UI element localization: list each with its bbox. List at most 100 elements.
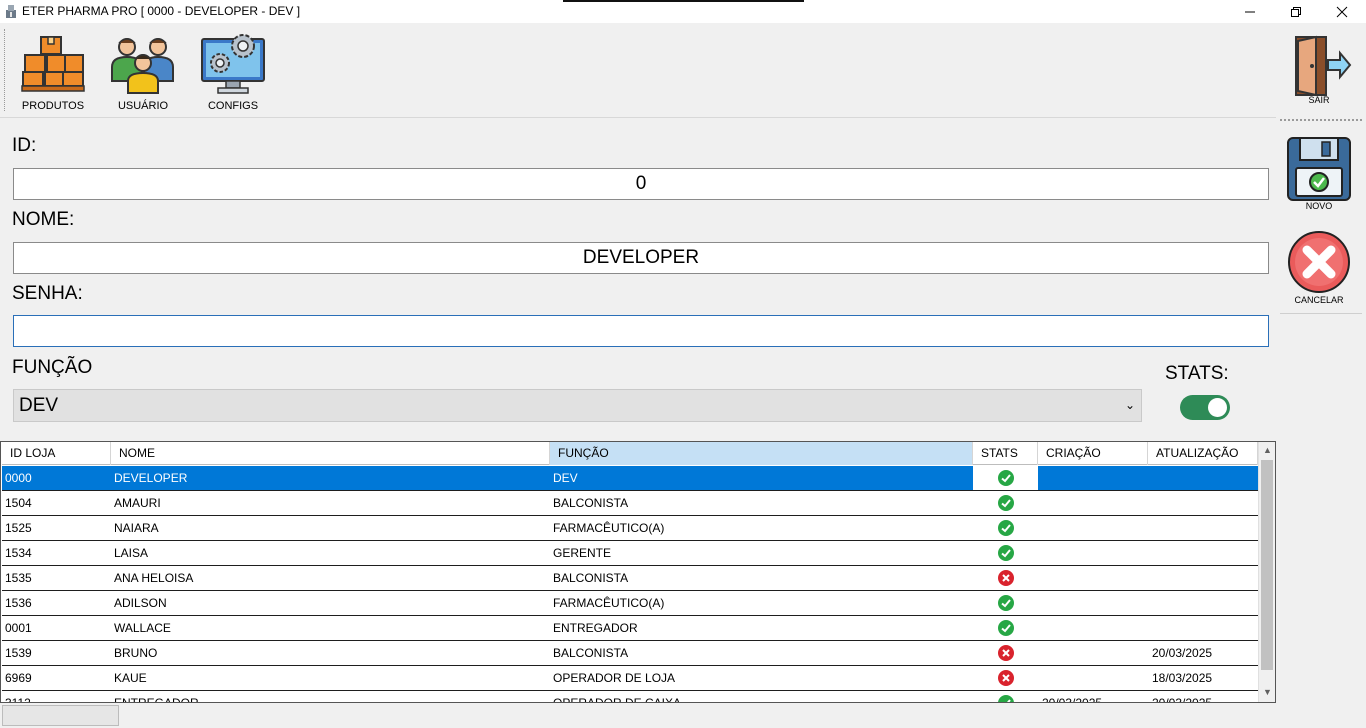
grid-vertical-scrollbar[interactable]: ▲ ▼	[1258, 442, 1275, 702]
cell-stats	[973, 516, 1038, 540]
table-row[interactable]: 3112 ENTREGADOR OPERADOR DE CAIXA 20/03/202…	[2, 691, 1258, 703]
configs-button[interactable]: CONFIGS	[193, 27, 273, 115]
cell-nome: ANA HELOISA	[114, 571, 194, 585]
scroll-thumb[interactable]	[1261, 460, 1273, 670]
users-icon	[111, 38, 174, 94]
cell-atualizacao	[1148, 491, 1258, 515]
stats-toggle[interactable]	[1180, 395, 1230, 420]
cell-funcao: FARMACÊUTICO(A)	[553, 596, 665, 610]
usuario-button[interactable]: USUÁRIO	[103, 27, 183, 115]
funcao-select[interactable]: DEV ⌄	[13, 389, 1142, 422]
users-grid: ID LOJA NOME FUNÇÃO STATS CRIAÇÃO ATUALI…	[0, 441, 1276, 703]
cell-nome: ENTREGADOR	[114, 696, 199, 703]
cell-funcao: ENTREGADOR	[553, 621, 638, 635]
cell-stats	[973, 616, 1038, 640]
nome-label: NOME:	[12, 209, 75, 230]
cell-criacao	[1038, 466, 1148, 490]
cell-atualizacao	[1148, 516, 1258, 540]
cell-atualizacao: 18/03/2025	[1152, 671, 1213, 685]
app-logo-icon	[6, 5, 16, 18]
cell-nome: NAIARA	[114, 521, 159, 535]
cell-criacao	[1038, 566, 1148, 590]
grid-header: ID LOJA NOME FUNÇÃO STATS CRIAÇÃO ATUALI…	[2, 442, 1258, 465]
cell-nome: ADILSON	[114, 596, 167, 610]
cancelar-button[interactable]: CANCELAR	[1276, 230, 1362, 305]
close-window-button[interactable]	[1319, 0, 1365, 23]
cell-id-loja: 0000	[5, 471, 32, 485]
x-circle-icon	[997, 645, 1014, 661]
id-field[interactable]: 0	[13, 168, 1269, 200]
cell-stats	[973, 666, 1038, 690]
sair-button[interactable]: SAIR	[1276, 35, 1362, 105]
nome-field[interactable]: DEVELOPER	[13, 242, 1269, 274]
cell-id-loja: 1534	[5, 546, 32, 560]
window-title: ETER PHARMA PRO [ 0000 - DEVELOPER - DEV…	[22, 4, 301, 18]
cell-criacao	[1038, 616, 1148, 640]
table-row[interactable]: 1504 AMAURI BALCONISTA	[2, 491, 1258, 516]
table-row[interactable]: 6969 KAUE OPERADOR DE LOJA 18/03/2025	[2, 666, 1258, 691]
cell-criacao	[1038, 591, 1148, 615]
scroll-up-icon[interactable]: ▲	[1259, 442, 1275, 459]
column-header-id-loja[interactable]: ID LOJA	[2, 442, 111, 465]
title-bar: ETER PHARMA PRO [ 0000 - DEVELOPER - DEV…	[0, 0, 1366, 23]
minimize-button[interactable]	[1227, 0, 1273, 23]
cell-funcao: FARMACÊUTICO(A)	[553, 521, 665, 535]
status-progress-bar	[2, 705, 119, 726]
check-circle-icon	[997, 520, 1014, 536]
check-circle-icon	[997, 595, 1014, 611]
column-header-nome[interactable]: NOME	[111, 442, 550, 465]
cell-funcao: OPERADOR DE LOJA	[553, 671, 676, 685]
novo-label: NOVO	[1305, 201, 1333, 211]
novo-button[interactable]: NOVO	[1276, 136, 1362, 211]
check-circle-icon	[997, 545, 1014, 561]
senha-field[interactable]	[13, 315, 1269, 347]
cell-atualizacao	[1148, 566, 1258, 590]
restore-button[interactable]	[1273, 0, 1319, 23]
cell-funcao: GERENTE	[553, 546, 612, 560]
cell-atualizacao	[1148, 466, 1258, 490]
cell-criacao	[1038, 516, 1148, 540]
table-row[interactable]: 0001 WALLACE ENTREGADOR	[2, 616, 1258, 641]
cell-funcao: BALCONISTA	[553, 571, 629, 585]
right-sidebar: SAIR NOVO CANCELAR	[1276, 23, 1366, 703]
table-row[interactable]: 1534 LAISA GERENTE	[2, 541, 1258, 566]
table-row[interactable]: 1539 BRUNO BALCONISTA 20/03/2025	[2, 641, 1258, 666]
main-toolbar: PRODUTOS USUÁRIO CONFIGS	[0, 23, 1276, 117]
cell-id-loja: 1525	[5, 521, 32, 535]
stats-label: STATS:	[1165, 363, 1229, 384]
cancel-icon	[1288, 231, 1350, 293]
sair-label: SAIR	[1308, 95, 1330, 105]
column-header-stats[interactable]: STATS	[973, 442, 1038, 465]
cell-atualizacao	[1148, 591, 1258, 615]
cell-criacao: 20/03/2025	[1042, 696, 1103, 703]
cell-stats	[973, 541, 1038, 565]
close-icon	[1336, 6, 1348, 17]
x-circle-icon	[997, 670, 1014, 686]
cell-stats	[973, 491, 1038, 515]
produtos-button[interactable]: PRODUTOS	[13, 27, 93, 115]
column-header-criacao[interactable]: CRIAÇÃO	[1038, 442, 1148, 465]
column-header-atualizacao[interactable]: ATUALIZAÇÃO	[1148, 442, 1258, 465]
exit-door-icon	[1295, 35, 1352, 97]
table-row[interactable]: 0000 DEVELOPER DEV	[2, 466, 1258, 491]
column-header-funcao[interactable]: FUNÇÃO	[550, 442, 973, 465]
table-row[interactable]: 1525 NAIARA FARMACÊUTICO(A)	[2, 516, 1258, 541]
cancelar-label: CANCELAR	[1294, 295, 1344, 305]
id-label: ID:	[12, 135, 37, 156]
monitor-gear-icon	[201, 34, 265, 94]
table-row[interactable]: 1535 ANA HELOISA BALCONISTA	[2, 566, 1258, 591]
top-edge-bar	[563, 0, 804, 2]
cell-nome: AMAURI	[114, 496, 161, 510]
cell-criacao	[1038, 666, 1148, 690]
toggle-knob	[1208, 398, 1227, 417]
table-row[interactable]: 1536 ADILSON FARMACÊUTICO(A)	[2, 591, 1258, 616]
cell-id-loja: 1539	[5, 646, 32, 660]
sidebar-separator	[1280, 119, 1362, 121]
cell-id-loja: 1504	[5, 496, 32, 510]
cell-stats	[973, 641, 1038, 665]
scroll-down-icon[interactable]: ▼	[1259, 684, 1275, 701]
funcao-selected-value: DEV	[19, 395, 59, 416]
status-bar	[0, 703, 1366, 728]
check-circle-icon	[997, 695, 1014, 702]
senha-label: SENHA:	[12, 283, 83, 304]
